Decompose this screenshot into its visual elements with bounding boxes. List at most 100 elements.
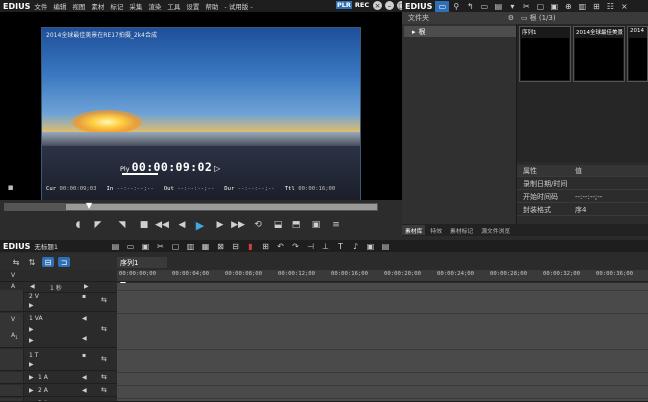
sync-lock-icon[interactable]: ⇆	[101, 373, 107, 381]
video-mute-icon[interactable]: ◀	[82, 315, 87, 322]
tab-clip-markers[interactable]: 素材标记	[447, 225, 476, 235]
menu-icon[interactable]: ≡	[330, 220, 342, 230]
insert-icon[interactable]: ⬓	[272, 220, 284, 230]
video-preview[interactable]: 2014全球最佳美景在RE17拍摄_2k4合成 Ply 00:00:09:02 …	[41, 27, 361, 201]
tab-bin[interactable]: 素材库	[402, 225, 426, 235]
copy-icon[interactable]: ▢	[533, 0, 547, 12]
tab-source-browser[interactable]: 源文件浏览	[478, 225, 513, 235]
scrub-head-icon[interactable]: ▼	[86, 201, 92, 210]
folder-item-root[interactable]: ▸ 根	[404, 26, 516, 37]
open-icon[interactable]: ▤	[491, 0, 505, 12]
audio-icon[interactable]: ♪	[350, 242, 361, 251]
mark-in-icon[interactable]: ◤	[92, 220, 104, 230]
track-lane[interactable]	[117, 290, 648, 312]
menu-capture[interactable]: 采集	[129, 1, 142, 11]
expand-icon[interactable]: ▶	[29, 361, 34, 368]
menu-file[interactable]: 文件	[34, 1, 47, 11]
rec-button[interactable]: REC	[354, 1, 370, 9]
sync-lock-icon[interactable]: ⇆	[101, 325, 107, 333]
audio-mute-icon[interactable]: ◀	[82, 387, 87, 394]
rewind-icon[interactable]: ◀◀	[155, 220, 169, 230]
zoom-left-icon[interactable]: ◀	[30, 283, 35, 290]
sync-lock-icon[interactable]: ⇆	[101, 296, 107, 304]
expand-icon[interactable]: ▶	[29, 302, 34, 309]
close-icon[interactable]: ×	[373, 1, 382, 10]
delete-icon[interactable]: ⊠	[215, 242, 226, 251]
open-project-icon[interactable]: ▭	[125, 242, 136, 251]
sync-icon[interactable]: ⊟	[42, 257, 54, 267]
mode-icon[interactable]: ⇆	[10, 257, 22, 267]
cut-icon[interactable]: ✂	[519, 0, 533, 12]
properties-icon[interactable]: ⊞	[589, 0, 603, 12]
replace-icon[interactable]: ▦	[200, 242, 211, 251]
settings-icon[interactable]: ▤	[380, 242, 391, 251]
scrub-zoom-area[interactable]	[4, 203, 66, 211]
redo-icon[interactable]: ↷	[290, 242, 301, 251]
render-icon[interactable]: ▣	[365, 242, 376, 251]
expand-icon[interactable]: ▶	[29, 374, 34, 381]
menu-settings[interactable]: 设置	[186, 1, 199, 11]
track-lane[interactable]	[117, 385, 648, 397]
sequence-tab[interactable]: 序列1	[117, 257, 167, 268]
new-folder-icon[interactable]: ▭	[477, 0, 491, 12]
zoom-right-icon[interactable]: ▶	[84, 283, 89, 290]
folder-settings-icon[interactable]: ⚙	[508, 14, 514, 22]
menu-marker[interactable]: 标记	[110, 1, 123, 11]
link-icon[interactable]: ⇅	[26, 257, 38, 267]
plr-button[interactable]: PLR	[336, 1, 352, 9]
clip-video[interactable]: 2014全球最佳美景	[573, 26, 625, 82]
menu-tools[interactable]: 工具	[167, 1, 180, 11]
snap-icon[interactable]: ⊣	[305, 242, 316, 251]
track-lane[interactable]	[117, 398, 648, 401]
expand-icon[interactable]: ▶	[29, 337, 34, 344]
folder-icon[interactable]: ▭	[435, 0, 450, 12]
fast-forward-icon[interactable]: ▶▶	[231, 220, 245, 230]
ripple-mode-icon[interactable]: ⊐	[58, 257, 70, 267]
set-in-icon[interactable]: ◖	[72, 220, 84, 230]
marker-icon[interactable]: ▮	[245, 242, 256, 251]
mark-out-icon[interactable]: ◥	[116, 220, 128, 230]
audio-mute-icon[interactable]: ◀	[82, 374, 87, 381]
menu-edit[interactable]: 编辑	[53, 1, 66, 11]
export-icon[interactable]: ▣	[310, 220, 322, 230]
video-mute-icon[interactable]: ▪	[82, 293, 86, 300]
split-icon[interactable]: ⊞	[260, 242, 271, 251]
paste-icon[interactable]: ▣	[547, 0, 561, 12]
title-icon[interactable]: T	[335, 242, 346, 251]
sync-lock-icon[interactable]: ⇆	[101, 355, 107, 363]
sync-lock-icon[interactable]: ⇆	[101, 386, 107, 394]
mixer-icon[interactable]: ⊥	[320, 242, 331, 251]
expand-icon[interactable]: ▶	[29, 387, 34, 394]
add-to-timeline-icon[interactable]: ⊕	[561, 0, 575, 12]
view-icon[interactable]: ☷	[603, 0, 617, 12]
menu-clip[interactable]: 素材	[91, 1, 104, 11]
loop-icon[interactable]: ⟲	[252, 220, 264, 230]
new-sequence-icon[interactable]: ▾	[505, 0, 519, 12]
step-back-icon[interactable]: ◀	[176, 220, 188, 230]
sequence-icon[interactable]: ▤	[110, 242, 121, 251]
menu-view[interactable]: 视图	[72, 1, 85, 11]
search-icon[interactable]: ⚲	[449, 0, 463, 12]
cut-icon[interactable]: ✂	[155, 242, 166, 251]
save-icon[interactable]: ▣	[140, 242, 151, 251]
clip-video-2[interactable]: 2014	[627, 26, 648, 82]
delete-icon[interactable]: ▥	[575, 0, 589, 12]
undo-icon[interactable]: ↶	[275, 242, 286, 251]
track-lane[interactable]	[117, 372, 648, 384]
track-lane[interactable]	[117, 349, 648, 371]
step-forward-icon[interactable]: ▶	[214, 220, 226, 230]
minimize-icon[interactable]: –	[385, 1, 394, 10]
audio-mute-icon[interactable]: ◀	[82, 335, 87, 342]
copy-icon[interactable]: ▢	[170, 242, 181, 251]
clip-sequence[interactable]: 序列1	[519, 26, 571, 82]
menu-render[interactable]: 渲染	[148, 1, 161, 11]
stop-icon[interactable]: ■	[138, 220, 150, 230]
timeline-ruler[interactable]: 00:00:00;00 00:00:04;00 00:00:08;00 00:0…	[117, 270, 648, 282]
menu-help[interactable]: 帮助	[205, 1, 218, 11]
expand-icon[interactable]: ▶	[29, 326, 34, 333]
ripple-icon[interactable]: ⊟	[230, 242, 241, 251]
paste-icon[interactable]: ▥	[185, 242, 196, 251]
tab-effects[interactable]: 特效	[427, 225, 445, 235]
up-folder-icon[interactable]: ↰	[463, 0, 477, 12]
overwrite-icon[interactable]: ⬒	[290, 220, 302, 230]
